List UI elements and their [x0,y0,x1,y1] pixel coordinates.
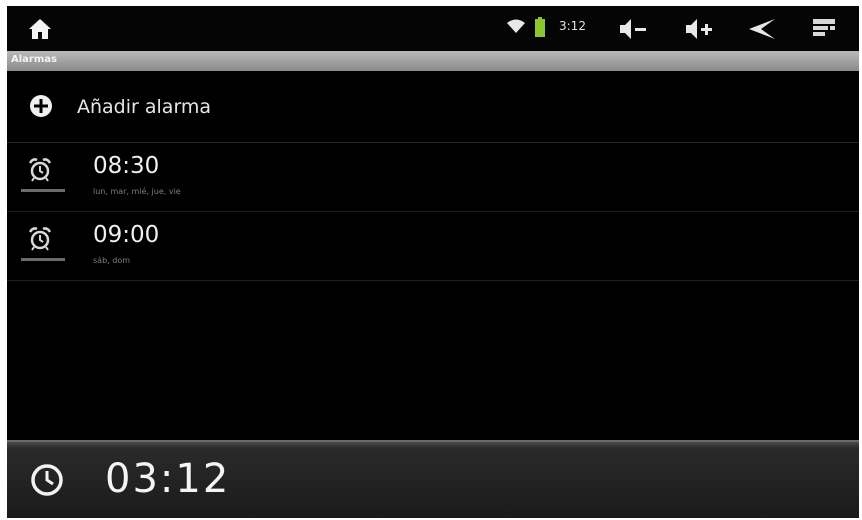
alarm-item[interactable]: 09:00 sáb, dom [7,212,859,281]
clock-icon [31,464,63,496]
alarm-enabled-indicator [21,258,65,261]
alarm-time: 08:30 [93,153,160,179]
battery-icon [535,17,545,37]
alarm-item[interactable]: 08:30 lun, mar, mié, jue, vie [7,143,859,212]
add-alarm-label: Añadir alarma [77,96,212,118]
status-bar: 3:12 [7,6,859,51]
back-icon[interactable] [747,16,777,42]
alarm-enabled-indicator [21,189,65,192]
title-bar: Alarmas [7,51,859,71]
alarm-screen: 3:12 Alarmas Añadir alarma 08:30 lun, ma… [7,6,859,518]
status-time: 3:12 [559,19,586,33]
volume-down-icon[interactable] [618,16,648,42]
volume-up-icon[interactable] [684,16,714,42]
menu-icon[interactable] [809,16,839,42]
alarm-time: 09:00 [93,222,160,248]
clock-time: 03:12 [105,456,231,502]
home-icon[interactable] [27,17,53,41]
add-alarm-button[interactable]: Añadir alarma [7,72,859,143]
alarm-days: lun, mar, mié, jue, vie [93,187,181,196]
wifi-icon [507,19,525,33]
add-circle-icon [30,95,52,117]
alarm-days: sáb, dom [93,256,130,265]
alarm-clock-icon[interactable] [27,157,53,183]
page-title: Alarmas [11,54,57,65]
alarm-clock-icon[interactable] [27,226,53,252]
clock-bar: 03:12 [7,440,859,518]
